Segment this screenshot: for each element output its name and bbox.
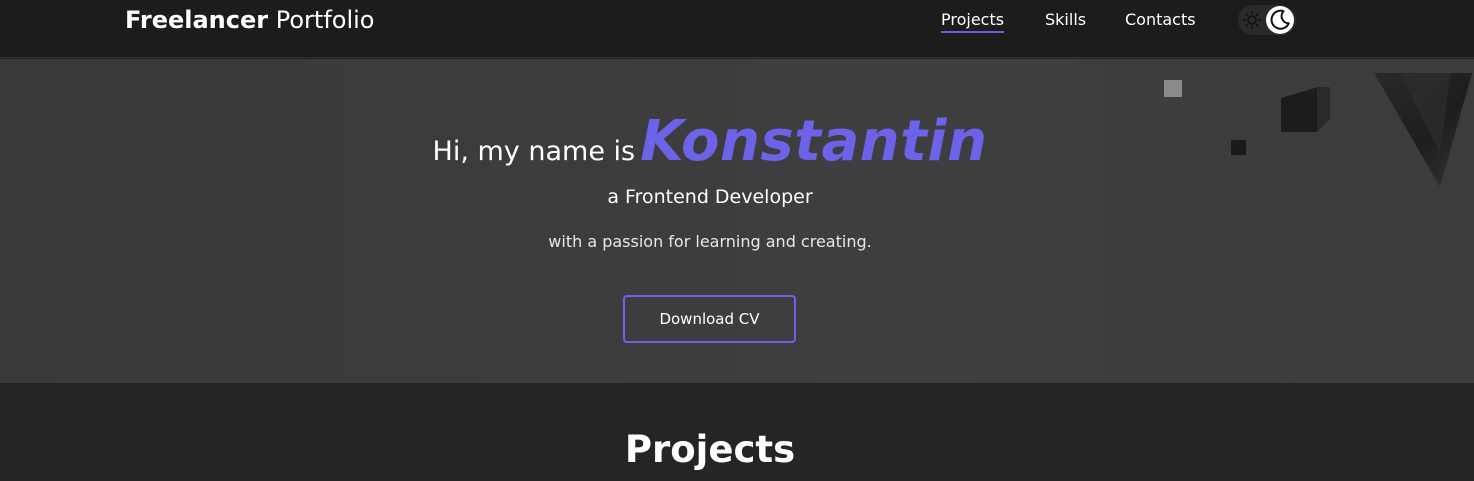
hero-role: a Frontend Developer bbox=[607, 186, 813, 208]
sun-icon bbox=[1242, 10, 1262, 30]
hero-greeting: Hi, my name is bbox=[432, 136, 636, 167]
nav-link-skills[interactable]: Skills bbox=[1045, 10, 1086, 30]
theme-toggle[interactable] bbox=[1238, 5, 1296, 35]
projects-heading: Projects bbox=[624, 428, 796, 471]
site-header: Freelancer Portfolio Projects Skills Con… bbox=[0, 0, 1474, 58]
hero-section: Hi, my name is Konstantin a Frontend Dev… bbox=[0, 59, 1474, 383]
moon-icon bbox=[1270, 9, 1290, 30]
site-logo[interactable]: Freelancer Portfolio bbox=[125, 5, 374, 35]
download-cv-button[interactable]: Download CV bbox=[623, 295, 796, 343]
nav-link-contacts[interactable]: Contacts bbox=[1125, 10, 1196, 30]
logo-bold-text: Freelancer bbox=[125, 6, 269, 34]
hero-title: Hi, my name is Konstantin bbox=[0, 109, 1420, 174]
hero-name: Konstantin bbox=[640, 109, 988, 174]
nav-link-projects[interactable]: Projects bbox=[941, 10, 1005, 33]
theme-toggle-knob bbox=[1266, 6, 1294, 34]
logo-light-text: Portfolio bbox=[275, 6, 375, 34]
hero-tagline: with a passion for learning and creating… bbox=[548, 232, 872, 251]
